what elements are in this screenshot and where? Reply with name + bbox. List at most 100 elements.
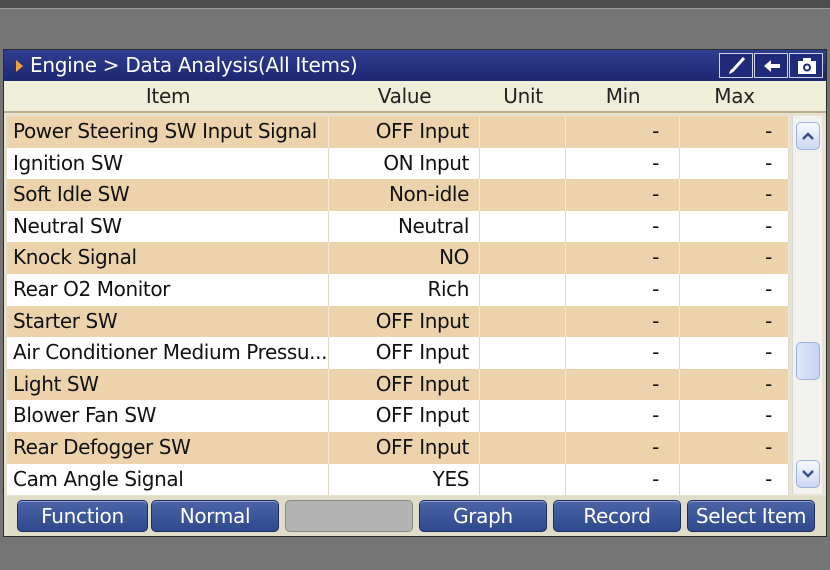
row-min-cell: - — [566, 210, 680, 243]
row-item-cell: Cam Angle Signal — [7, 463, 329, 496]
row-min-cell: - — [566, 400, 680, 432]
row-max-cell: - — [680, 147, 789, 180]
normal-button[interactable]: Normal — [151, 500, 279, 532]
row-unit-cell — [480, 337, 566, 369]
table-row[interactable]: Blower Fan SW OFF Input - - — [7, 400, 789, 432]
column-header-max: Max — [714, 84, 755, 108]
row-item-cell: Light SW — [7, 368, 329, 401]
row-item-cell: Rear O2 Monitor — [7, 273, 329, 306]
table-row[interactable]: Neutral SW Neutral - - — [7, 210, 789, 243]
data-table: Power Steering SW Input Signal OFF Input -… — [7, 116, 789, 496]
row-unit-cell — [480, 242, 566, 274]
row-unit-cell — [480, 179, 566, 211]
scrollbar-thumb[interactable] — [796, 342, 820, 380]
row-unit-cell — [480, 463, 566, 496]
select-item-button[interactable]: Select Item — [687, 500, 815, 532]
row-item-cell: Power Steering SW Input Signal — [7, 116, 329, 148]
row-item-cell: Starter SW — [7, 305, 329, 338]
row-value-cell: OFF Input — [329, 400, 480, 432]
row-value-cell: Neutral — [329, 210, 480, 243]
table-header: Item Value Unit Min Max — [4, 81, 826, 113]
function-button[interactable]: Function — [17, 500, 148, 532]
row-value-cell: OFF Input — [329, 337, 480, 369]
row-min-cell: - — [566, 116, 680, 148]
row-item-cell: Ignition SW — [7, 147, 329, 180]
table-row[interactable]: Ignition SW ON Input - - — [7, 147, 789, 180]
table-row[interactable]: Soft Idle SW Non-idle - - — [7, 179, 789, 211]
column-header-value: Value — [377, 84, 432, 108]
row-max-cell: - — [680, 400, 789, 432]
scrollbar[interactable] — [792, 116, 822, 494]
row-min-cell: - — [566, 463, 680, 496]
blank-button — [285, 500, 413, 532]
row-max-cell: - — [680, 273, 789, 306]
row-value-cell: ON Input — [329, 147, 480, 180]
scroll-down-button[interactable] — [796, 460, 820, 488]
table-row[interactable]: Power Steering SW Input Signal OFF Input -… — [7, 116, 789, 148]
table-row[interactable]: Rear Defogger SW OFF Input - - — [7, 431, 789, 464]
row-max-cell: - — [680, 179, 789, 211]
row-value-cell: Rich — [329, 273, 480, 306]
row-item-cell: Blower Fan SW — [7, 400, 329, 432]
column-header-item: Item — [145, 84, 191, 108]
chevron-up-icon — [802, 132, 814, 140]
column-header-unit: Unit — [503, 84, 543, 108]
row-unit-cell — [480, 116, 566, 148]
table-row[interactable]: Light SW OFF Input - - — [7, 368, 789, 401]
row-max-cell: - — [680, 368, 789, 401]
table-row[interactable]: Starter SW OFF Input - - — [7, 305, 789, 338]
row-unit-cell — [480, 305, 566, 338]
record-button[interactable]: Record — [553, 500, 681, 532]
data-analysis-panel: Engine > Data Analysis(All Items) Item V… — [3, 49, 827, 537]
row-item-cell: Air Conditioner Medium Pressu... — [7, 337, 329, 369]
top-edge-bar — [0, 0, 830, 9]
row-max-cell: - — [680, 337, 789, 369]
camera-icon — [798, 58, 816, 74]
column-header-min: Min — [605, 84, 641, 108]
row-unit-cell — [480, 147, 566, 180]
row-min-cell: - — [566, 431, 680, 464]
row-item-cell: Knock Signal — [7, 242, 329, 274]
row-min-cell: - — [566, 242, 680, 274]
row-max-cell: - — [680, 116, 789, 148]
row-unit-cell — [480, 431, 566, 464]
chevron-down-icon — [802, 470, 814, 478]
table-row[interactable]: Knock Signal NO - - — [7, 242, 789, 274]
title-bar: Engine > Data Analysis(All Items) — [4, 50, 826, 81]
table-row[interactable]: Rear O2 Monitor Rich - - — [7, 273, 789, 306]
row-min-cell: - — [566, 305, 680, 338]
row-max-cell: - — [680, 431, 789, 464]
row-value-cell: Non-idle — [329, 179, 480, 211]
row-min-cell: - — [566, 337, 680, 369]
table-row[interactable]: Air Conditioner Medium Pressu... OFF Inpu… — [7, 337, 789, 369]
table-row[interactable]: Cam Angle Signal YES - - — [7, 463, 789, 496]
function-button-bar: Function Normal Graph Record Select Item — [4, 496, 826, 536]
row-min-cell: - — [566, 368, 680, 401]
row-max-cell: - — [680, 463, 789, 496]
row-value-cell: OFF Input — [329, 116, 480, 148]
scroll-up-button[interactable] — [796, 122, 820, 150]
breadcrumb-arrow-icon — [16, 60, 23, 72]
row-value-cell: OFF Input — [329, 431, 480, 464]
row-max-cell: - — [680, 210, 789, 243]
row-max-cell: - — [680, 242, 789, 274]
row-min-cell: - — [566, 179, 680, 211]
row-value-cell: OFF Input — [329, 305, 480, 338]
row-item-cell: Neutral SW — [7, 210, 329, 243]
row-unit-cell — [480, 400, 566, 432]
row-item-cell: Soft Idle SW — [7, 179, 329, 211]
row-unit-cell — [480, 368, 566, 401]
row-unit-cell — [480, 273, 566, 306]
row-value-cell: NO — [329, 242, 480, 274]
graph-button[interactable]: Graph — [419, 500, 547, 532]
back-button[interactable] — [754, 53, 788, 78]
row-min-cell: - — [566, 147, 680, 180]
brush-icon — [729, 57, 746, 74]
row-min-cell: - — [566, 273, 680, 306]
row-value-cell: YES — [329, 463, 480, 496]
brush-button[interactable] — [719, 53, 753, 78]
row-max-cell: - — [680, 305, 789, 338]
screenshot-button[interactable] — [789, 53, 823, 78]
row-value-cell: OFF Input — [329, 368, 480, 401]
row-item-cell: Rear Defogger SW — [7, 431, 329, 464]
